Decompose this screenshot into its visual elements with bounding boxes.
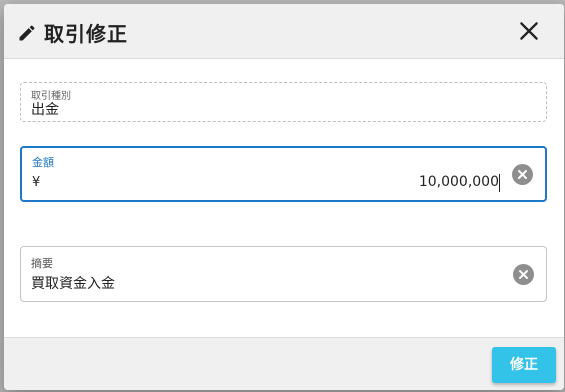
close-icon[interactable] — [516, 18, 542, 44]
amount-input[interactable]: 10,000,000 — [419, 174, 499, 190]
clear-memo-icon[interactable] — [513, 264, 534, 285]
edit-transaction-dialog: 取引修正 取引種別 出金 金額 ¥ 10,000,000 摘要 買取資金入金 修… — [4, 4, 564, 390]
dialog-body: 取引種別 出金 金額 ¥ 10,000,000 摘要 買取資金入金 — [4, 59, 564, 337]
dialog-title: 取引修正 — [44, 22, 128, 46]
clear-amount-icon[interactable] — [512, 164, 533, 185]
memo-label: 摘要 — [31, 257, 53, 270]
dialog-footer: 修正 — [4, 337, 564, 390]
transaction-type-field: 取引種別 出金 — [20, 82, 547, 122]
amount-label: 金額 — [32, 156, 54, 169]
amount-field[interactable]: 金額 ¥ 10,000,000 — [20, 146, 547, 202]
submit-edit-button[interactable]: 修正 — [492, 347, 556, 383]
pencil-icon — [19, 25, 35, 41]
memo-input[interactable]: 買取資金入金 — [31, 273, 115, 293]
memo-field[interactable]: 摘要 買取資金入金 — [20, 246, 547, 302]
text-caret — [499, 174, 500, 192]
currency-prefix: ¥ — [32, 175, 41, 190]
dialog-header: 取引修正 — [4, 4, 564, 59]
transaction-type-value: 出金 — [31, 102, 59, 118]
